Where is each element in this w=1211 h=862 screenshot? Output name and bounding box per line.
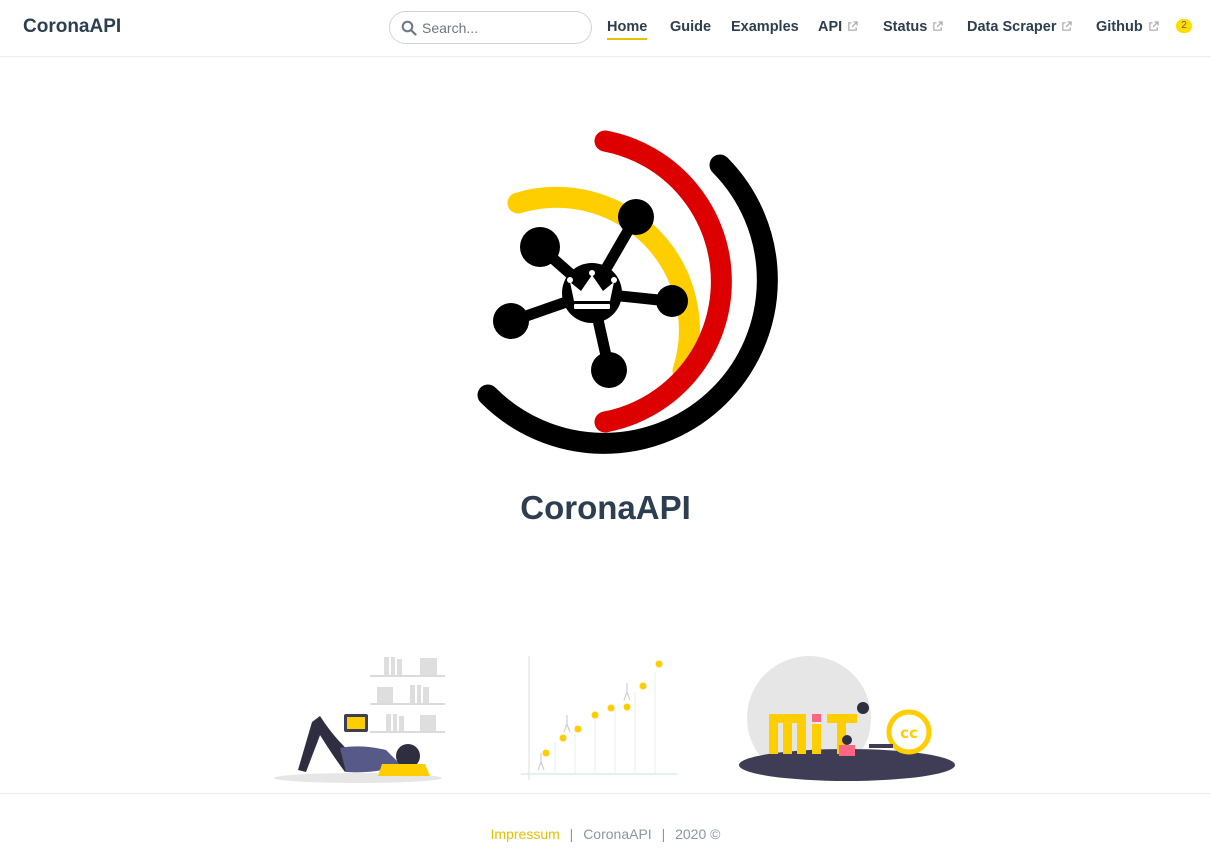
external-link-icon <box>1062 21 1073 31</box>
nav-api-link[interactable]: API <box>818 19 858 35</box>
svg-text:cc: cc <box>900 724 918 742</box>
footer-divider <box>0 793 1211 794</box>
footer-separator: | <box>661 826 666 842</box>
footer-separator: | <box>569 826 574 842</box>
network-crown-logo-icon <box>477 130 778 454</box>
navbar: CoronaAPI Home Guide Examples API Status… <box>0 0 1211 57</box>
nav-guide-label: Guide <box>670 19 712 35</box>
nav-guide-link[interactable]: Guide <box>670 19 711 35</box>
external-link-icon <box>1148 21 1159 31</box>
nav-examples-label: Examples <box>731 19 799 35</box>
footer: Impressum | CoronaAPI | 2020 © <box>0 826 1211 842</box>
nav-home-link[interactable]: Home <box>607 19 648 40</box>
external-link-icon <box>848 21 858 31</box>
hero-title: CoronaAPI <box>520 489 691 526</box>
footer-year: 2020 © <box>675 826 721 842</box>
nav-data-scraper-link[interactable]: Data Scraper <box>967 19 1073 35</box>
nav-home-label: Home <box>607 19 648 35</box>
nav-status-link[interactable]: Status <box>883 19 944 35</box>
external-link-icon <box>933 21 944 31</box>
impressum-link[interactable]: Impressum <box>491 826 560 842</box>
nav-status-label: Status <box>883 19 928 35</box>
nav-github-link[interactable]: Github <box>1096 19 1159 35</box>
nav-github-label: Github <box>1096 19 1143 35</box>
mit-cc-license-illustration-icon: cc <box>739 656 955 781</box>
search-icon <box>401 20 417 36</box>
footer-brand: CoronaAPI <box>583 826 652 842</box>
reading-person-illustration-icon <box>274 657 445 783</box>
search-input[interactable] <box>422 17 582 39</box>
nav-data-scraper-label: Data Scraper <box>967 19 1057 35</box>
nav-api-label: API <box>818 19 843 35</box>
site-name-link[interactable]: CoronaAPI <box>23 16 121 38</box>
growth-chart-illustration-icon <box>521 656 677 780</box>
search-box[interactable] <box>389 11 592 44</box>
nav-examples-link[interactable]: Examples <box>731 19 799 35</box>
notification-badge[interactable]: 2 <box>1176 19 1192 33</box>
